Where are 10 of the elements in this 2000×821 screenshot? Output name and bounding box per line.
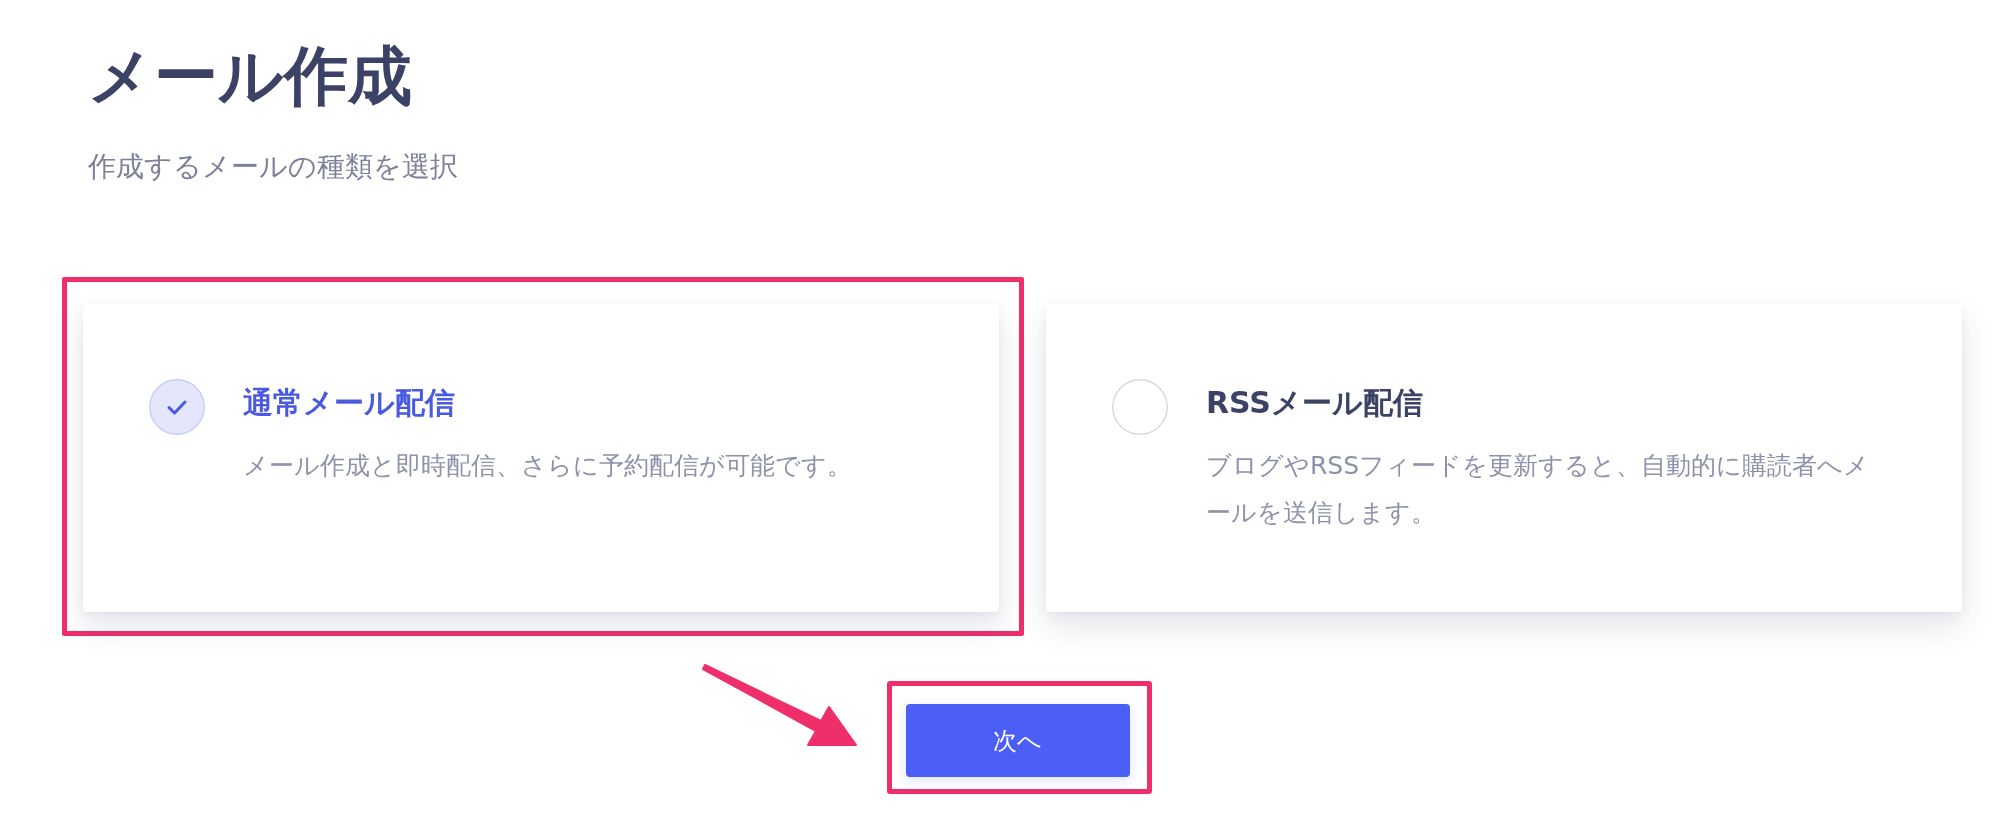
option-card[interactable]: RSSメール配信 ブログやRSSフィードを更新すると、自動的に購読者へメールを送信します。	[1046, 304, 1962, 612]
next-button[interactable]: 次へ	[905, 704, 1130, 777]
option-title: 通常メール配信	[243, 384, 455, 422]
page-title: メール作成	[88, 38, 412, 115]
check-circle-icon[interactable]	[149, 379, 205, 435]
page-subtitle: 作成するメールの種類を選択	[88, 149, 458, 185]
option-title: RSSメール配信	[1206, 384, 1423, 422]
option-description: ブログやRSSフィードを更新すると、自動的に購読者へメールを送信します。	[1206, 450, 1871, 529]
option-description: メール作成と即時配信、さらに予約配信が可能です。	[243, 450, 852, 482]
option-card[interactable]: 通常メール配信 メール作成と即時配信、さらに予約配信が可能です。	[83, 304, 999, 612]
